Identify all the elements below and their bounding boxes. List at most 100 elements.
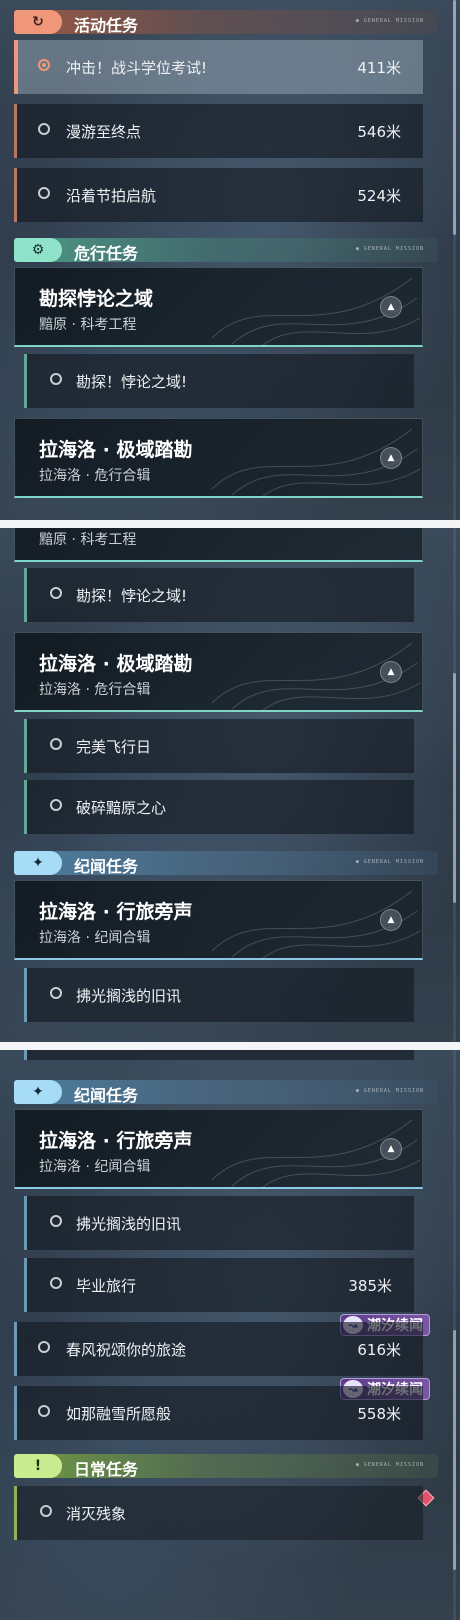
quest-label: 勘探！悖论之域!: [76, 373, 188, 391]
category-header-chronicle[interactable]: ✦ 纪闻任务 ● GENERAL MISSION: [14, 851, 438, 876]
triangle-up-icon[interactable]: ▲: [380, 296, 402, 318]
quest-row[interactable]: 拂光搁浅的旧讯: [24, 1196, 414, 1250]
category-header-activity[interactable]: ↻ 活动任务 ● GENERAL MISSION: [14, 10, 438, 35]
quest-label: 勘探！悖论之域!: [76, 587, 188, 605]
quest-distance: 546米: [357, 123, 401, 141]
triangle-up-icon[interactable]: ▲: [380, 447, 402, 469]
group-subtitle: 拉海洛 · 危行合辑: [39, 468, 151, 484]
quest-track-radio[interactable]: [38, 1405, 50, 1417]
group-subtitle: 黯原 · 科考工程: [39, 532, 137, 548]
quest-row[interactable]: 毕业旅行 385米: [24, 1258, 414, 1312]
exclamation-icon: !: [14, 1454, 62, 1478]
quest-group[interactable]: 黯原 · 科考工程: [14, 528, 423, 562]
category-subtitle: ● GENERAL MISSION: [355, 1462, 424, 1468]
quest-track-radio[interactable]: [50, 373, 62, 385]
group-title: 勘探悖论之域: [39, 288, 154, 310]
gear-icon: ⚙: [14, 238, 62, 262]
quest-panel-2: 黯原 · 科考工程 勘探！悖论之域! 拉海洛 · 极域踏勘 拉海洛 · 危行合辑…: [0, 528, 460, 1042]
quest-group[interactable]: 拉海洛 · 极域踏勘 拉海洛 · 危行合辑 ▲: [14, 418, 423, 498]
sparkle-icon: ✦: [14, 851, 62, 875]
quest-label: 拂光搁浅的旧讯: [76, 987, 182, 1005]
group-subtitle: 黯原 · 科考工程: [39, 317, 137, 333]
quest-distance: 558米: [357, 1405, 401, 1423]
quest-row[interactable]: 沿着节拍启航 524米: [14, 168, 423, 222]
triangle-up-icon[interactable]: ▲: [380, 661, 402, 683]
quest-distance: 411米: [357, 59, 401, 77]
quest-distance: 385米: [348, 1277, 392, 1295]
quest-track-radio[interactable]: [50, 799, 62, 811]
category-title: 危行任务: [74, 246, 139, 263]
quest-accent-bar: [24, 780, 27, 834]
category-subtitle: ● GENERAL MISSION: [355, 859, 424, 865]
quest-accent-bar: [14, 104, 17, 158]
category-title: 纪闻任务: [74, 859, 139, 876]
quest-accent-bar: [24, 354, 27, 408]
quest-row[interactable]: 消灭残象: [14, 1486, 423, 1540]
quest-panel-1: ↻ 活动任务 ● GENERAL MISSION 冲击！战斗学位考试! 411米…: [0, 0, 460, 520]
quest-row[interactable]: 勘探！悖论之域!: [24, 568, 414, 622]
quest-accent-bar: [14, 1386, 17, 1440]
scrollbar-thumb[interactable]: [453, 1330, 456, 1570]
quest-track-radio[interactable]: [38, 1341, 50, 1353]
category-subtitle: ● GENERAL MISSION: [355, 18, 424, 24]
quest-label: 拂光搁浅的旧讯: [76, 1215, 182, 1233]
quest-accent-bar: [14, 1322, 17, 1376]
quest-accent-bar: [24, 1258, 27, 1312]
quest-row[interactable]: 勘探！悖论之域!: [24, 354, 414, 408]
quest-track-radio[interactable]: [50, 987, 62, 999]
category-title: 纪闻任务: [74, 1088, 139, 1105]
triangle-up-icon[interactable]: ▲: [380, 909, 402, 931]
triangle-up-icon[interactable]: ▲: [380, 1138, 402, 1160]
quest-row[interactable]: 春风祝颂你的旅途 616米: [14, 1322, 423, 1376]
quest-label: 春风祝颂你的旅途: [66, 1341, 187, 1359]
quest-distance: 616米: [357, 1341, 401, 1359]
quest-track-radio[interactable]: [38, 187, 50, 199]
panel-divider: [0, 520, 460, 528]
sparkle-icon: ✦: [14, 1080, 62, 1104]
quest-track-radio[interactable]: [50, 738, 62, 750]
panel-divider: [0, 1042, 460, 1050]
quest-label: 如那融雪所愿般: [66, 1405, 172, 1423]
quest-track-radio[interactable]: [40, 1505, 52, 1517]
quest-group[interactable]: 拉海洛 · 行旅旁声 拉海洛 · 纪闻合辑 ▲: [14, 1109, 423, 1189]
quest-track-radio[interactable]: [50, 1277, 62, 1289]
quest-row[interactable]: 冲击！战斗学位考试! 411米: [14, 40, 423, 94]
quest-accent-bar: [24, 719, 27, 773]
quest-label: 冲击！战斗学位考试!: [66, 59, 208, 77]
quest-label: 破碎黯原之心: [76, 799, 167, 817]
quest-row[interactable]: 漫游至终点 546米: [14, 104, 423, 158]
group-title: 拉海洛 · 行旅旁声: [39, 1130, 193, 1152]
quest-row[interactable]: 拂光搁浅的旧讯: [24, 968, 414, 1022]
quest-track-radio[interactable]: [38, 123, 50, 135]
quest-label: 毕业旅行: [76, 1277, 137, 1295]
quest-group[interactable]: 勘探悖论之域 黯原 · 科考工程 ▲: [14, 267, 423, 347]
group-title: 拉海洛 · 极域踏勘: [39, 653, 193, 675]
scrollbar-thumb[interactable]: [453, 0, 456, 235]
quest-group[interactable]: 拉海洛 · 行旅旁声 拉海洛 · 纪闻合辑 ▲: [14, 880, 423, 960]
category-title: 日常任务: [74, 1462, 139, 1479]
scrollbar-thumb[interactable]: [453, 673, 456, 903]
group-subtitle: 拉海洛 · 纪闻合辑: [39, 1159, 151, 1175]
group-subtitle: 拉海洛 · 危行合辑: [39, 682, 151, 698]
quest-accent-bar: [24, 1050, 27, 1060]
quest-row[interactable]: 破碎黯原之心: [24, 780, 414, 834]
quest-track-radio[interactable]: [50, 587, 62, 599]
category-header-danger[interactable]: ⚙ 危行任务 ● GENERAL MISSION: [14, 238, 438, 263]
quest-accent-bar: [14, 40, 18, 94]
quest-track-radio[interactable]: [38, 59, 50, 71]
quest-accent-bar: [14, 168, 17, 222]
category-title: 活动任务: [74, 18, 139, 35]
quest-row[interactable]: 完美飞行日: [24, 719, 414, 773]
quest-label: 完美飞行日: [76, 738, 152, 756]
quest-distance: 524米: [357, 187, 401, 205]
quest-row[interactable]: [24, 1050, 414, 1060]
quest-accent-bar: [24, 968, 27, 1022]
quest-row[interactable]: 如那融雪所愿般 558米: [14, 1386, 423, 1440]
group-subtitle: 拉海洛 · 纪闻合辑: [39, 930, 151, 946]
quest-label: 漫游至终点: [66, 123, 142, 141]
category-header-chronicle[interactable]: ✦ 纪闻任务 ● GENERAL MISSION: [14, 1080, 438, 1105]
category-header-daily[interactable]: ! 日常任务 ● GENERAL MISSION: [14, 1454, 438, 1479]
quest-group[interactable]: 拉海洛 · 极域踏勘 拉海洛 · 危行合辑 ▲: [14, 632, 423, 712]
quest-label: 消灭残象: [66, 1505, 127, 1523]
quest-track-radio[interactable]: [50, 1215, 62, 1227]
